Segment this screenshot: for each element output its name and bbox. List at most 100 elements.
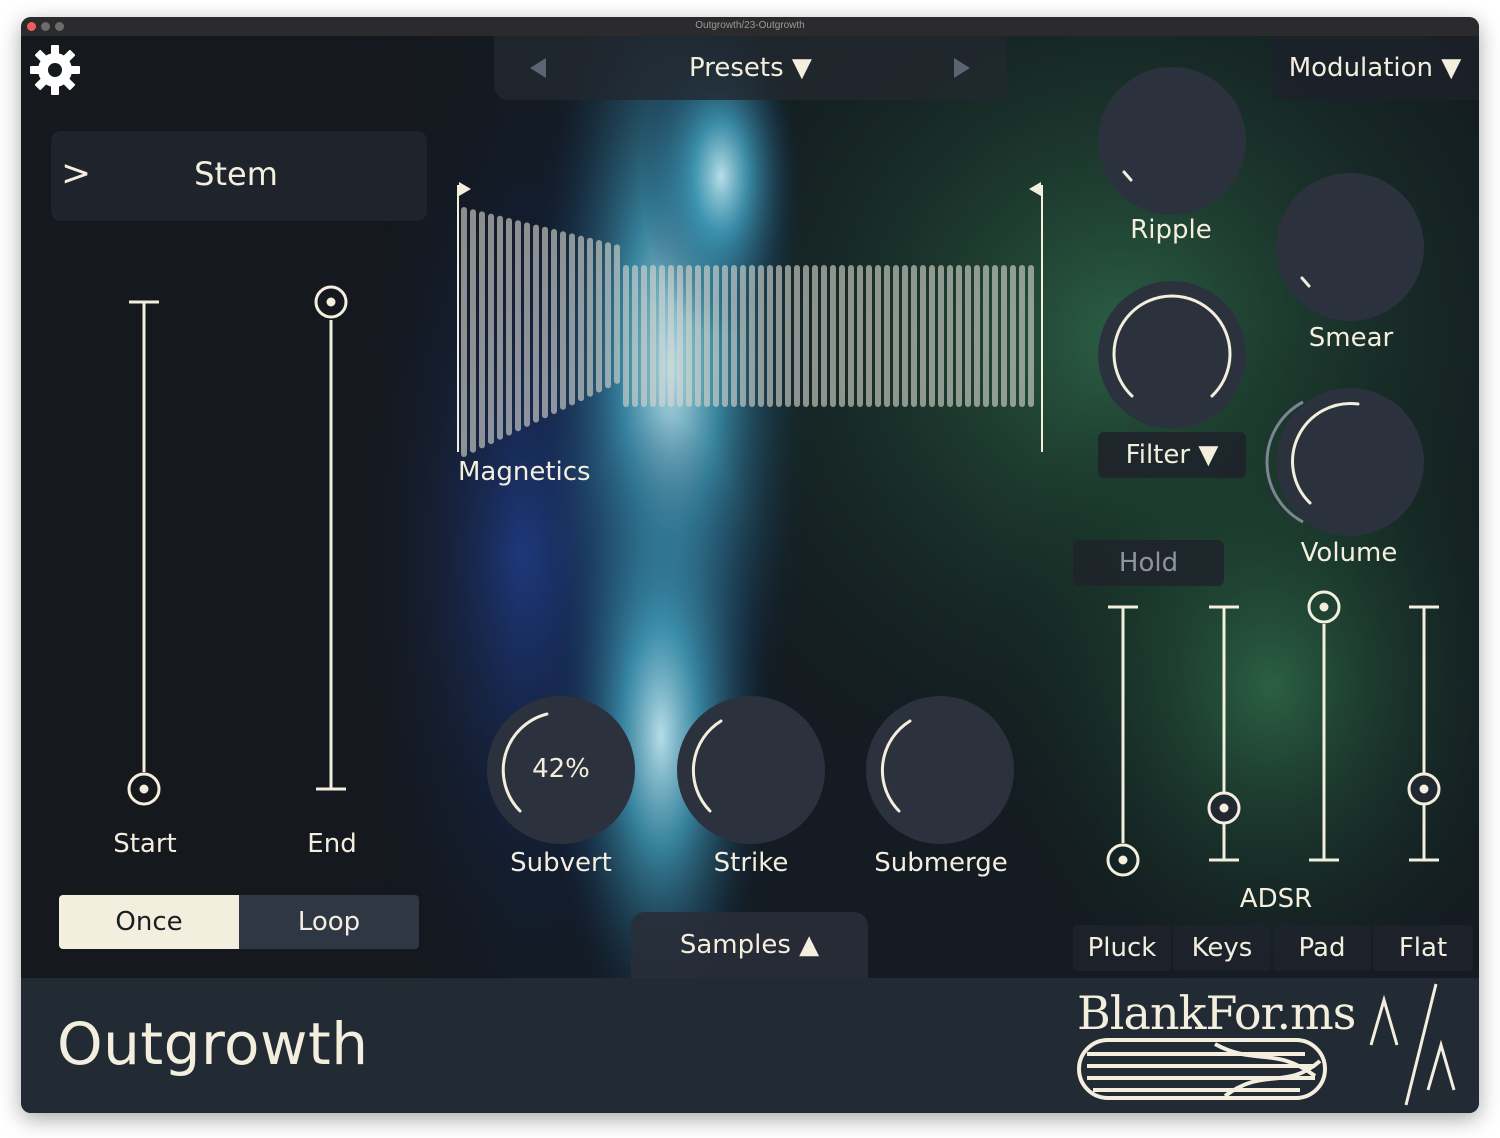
footer: Outgrowth BlankFor.ms [21,978,1479,1113]
sample-start-marker[interactable] [459,182,471,196]
previous-preset-icon[interactable] [528,56,548,80]
plugin-window: Outgrowth/23-Outgrowth Presets ▼ Modulat… [21,17,1479,1113]
waveform-bar [731,265,737,407]
waveform-bar [533,224,539,423]
loop-button[interactable]: Loop [239,895,419,949]
waveform-bar [740,265,746,407]
flat-button[interactable]: Flat [1373,925,1473,971]
submerge-knob[interactable] [866,696,1014,844]
once-button[interactable]: Once [59,895,239,949]
waveform-bar [497,215,503,440]
hold-button[interactable]: Hold [1073,540,1224,586]
window-title: Outgrowth/23-Outgrowth [695,20,805,31]
stem-panel[interactable]: > Stem [51,131,427,221]
strike-knob[interactable] [677,696,825,844]
waveform-bar [695,265,701,407]
title-bar: Outgrowth/23-Outgrowth [21,17,1479,37]
waveform-bar [965,265,971,407]
pluck-button[interactable]: Pluck [1073,925,1171,971]
waveform-bar [650,265,656,407]
waveform-bar [848,265,854,407]
waveform-bar [488,213,494,445]
waveform-bar [542,226,548,419]
waveform-bar [596,240,602,393]
waveform-bar [830,265,836,407]
stem-label: Stem [194,155,278,193]
waveform-bar [812,265,818,407]
subvert-label: Subvert [510,848,612,878]
waveform-label: Magnetics [458,457,591,487]
waveform-bar [758,265,764,407]
waveform-bar [704,265,710,407]
waveform-display[interactable] [451,177,1051,457]
presets-dropdown[interactable]: Presets ▼ [644,48,857,88]
volume-knob[interactable] [1276,388,1424,536]
waveform-bar [515,220,521,432]
waveform-bar [974,265,980,407]
start-label: Start [113,829,177,859]
waveform-bar [560,231,566,410]
waveform-bar [479,211,485,449]
ripple-knob[interactable] [1098,67,1246,215]
filter-dropdown[interactable]: Filter ▼ [1098,432,1246,478]
waveform-bar [713,265,719,407]
sample-end-marker[interactable] [1029,182,1041,196]
waveform-bar [605,242,611,389]
waveform-bar [866,265,872,407]
waveform-bar [641,265,647,407]
pad-button[interactable]: Pad [1273,925,1371,971]
submerge-label: Submerge [874,848,1008,878]
waveform-bar [929,265,935,407]
waveform-bar [902,265,908,407]
keys-button[interactable]: Keys [1173,925,1271,971]
waveform-bar [659,265,665,407]
waveform-bar [803,265,809,407]
waveform-bar [470,209,476,453]
app-name: Outgrowth [57,1010,369,1078]
waveform-bar [623,265,629,407]
waveform-bar [749,265,755,407]
volume-label: Volume [1300,538,1398,568]
waveform-bar [614,244,620,384]
waveform-bar [956,265,962,407]
end-label: End [307,829,357,859]
waveform-bar [668,265,674,407]
waveform-bar [920,265,926,407]
waveform-bar [1010,265,1016,407]
start-end-sliders [127,285,348,806]
waveform-bar [875,265,881,407]
stem-expand-icon[interactable]: > [61,153,91,194]
ripple-label: Ripple [1130,215,1212,245]
waveform-bar [587,237,593,397]
waveform-bar [578,235,584,402]
waveform-bar [893,265,899,407]
waveform-bar [677,265,683,407]
waveform-bar [1001,265,1007,407]
waveform-bar [839,265,845,407]
waveform-bar [794,265,800,407]
brand-scribble-logo [1077,1038,1327,1100]
waveform-bar [992,265,998,407]
waveform-bar [686,265,692,407]
waveform-bar [524,222,530,427]
waveform-bar [884,265,890,407]
gear-icon[interactable] [29,44,81,96]
waveform-bar [767,265,773,407]
waveform-bar [1019,265,1025,407]
waveform-bar [506,218,512,436]
waveform-bar [947,265,953,407]
waveform-bar [821,265,827,407]
filter-knob[interactable] [1098,281,1246,429]
waveform-bar [857,265,863,407]
waveform-bar [569,233,575,406]
waveform-bar [938,265,944,407]
samples-button[interactable]: Samples ▲ [631,912,868,978]
waveform-bar [983,265,989,407]
waveform-bar [1028,265,1034,407]
adsr-sliders [1106,590,1441,877]
waveform-bar [722,265,728,407]
waveform-bar [632,265,638,407]
next-preset-icon[interactable] [952,56,972,80]
monogram-logo [1369,983,1456,1106]
smear-knob[interactable] [1276,173,1424,321]
